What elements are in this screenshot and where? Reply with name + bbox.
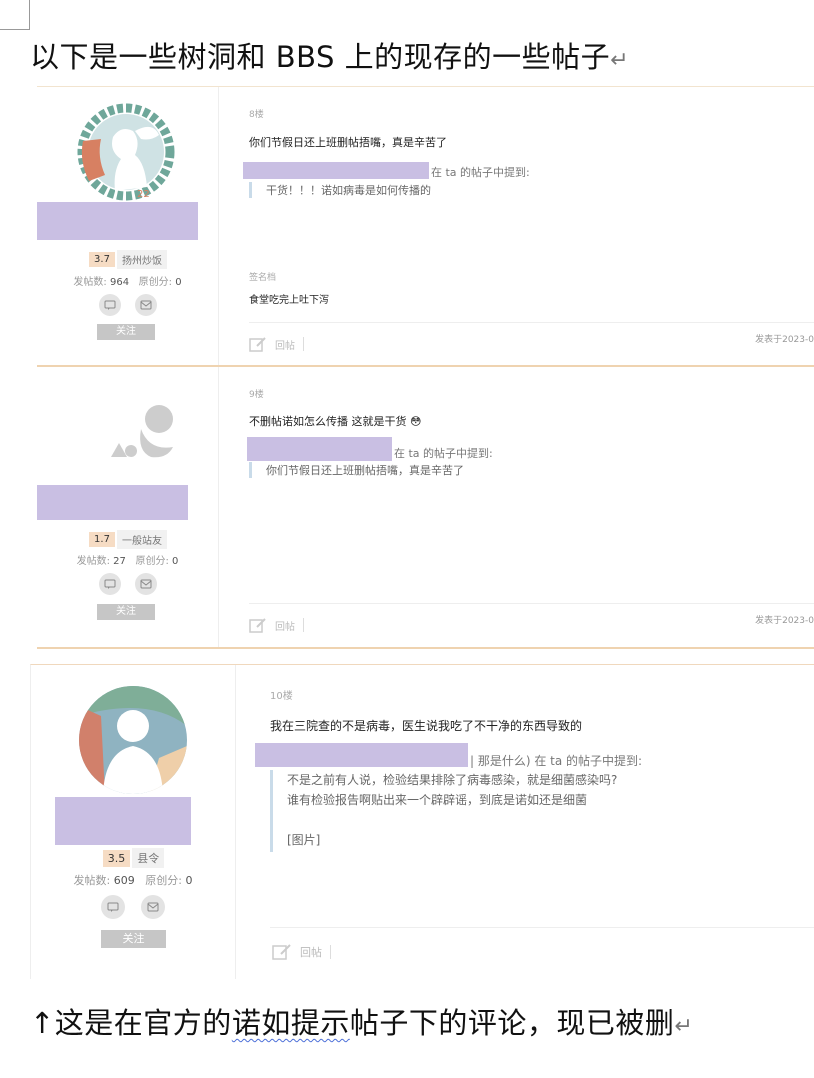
- user-actions: [37, 573, 218, 595]
- post-text: 我在三院查的不是病毒，医生说我吃了不干净的东西导致的: [270, 719, 583, 733]
- user-actions: [31, 895, 235, 919]
- quote-line: 不是之前有人说，检验结果排除了病毒感染，就是细菌感染吗?: [287, 773, 618, 787]
- user-avatar[interactable]: [97, 395, 187, 467]
- rank-title: 一般站友: [116, 530, 167, 549]
- edit-icon: [249, 618, 266, 633]
- follow-button[interactable]: 关注: [101, 930, 166, 948]
- quote-line: [287, 810, 617, 830]
- quote-mention: 在 ta 的帖子中提到:: [431, 166, 530, 179]
- reply-separator: [330, 945, 331, 959]
- post-divider: [270, 927, 814, 928]
- rank-title: 扬州炒饭: [116, 250, 167, 269]
- post-divider: [249, 603, 814, 604]
- document-heading: 以下是一些树洞和 BBS 上的现存的一些帖子↵: [30, 40, 630, 74]
- post-divider: [249, 322, 814, 323]
- reply-button[interactable]: 回帖: [249, 336, 304, 352]
- post-content: 10楼 我在三院查的不是病毒，医生说我吃了不干净的东西导致的 | 那是什么) 在…: [255, 665, 814, 979]
- quote-line: 你们节假日还上班删帖捂嘴，真是辛苦了: [266, 464, 464, 477]
- edit-icon: [272, 944, 291, 960]
- flushed-emoji-icon: 😳: [410, 415, 422, 428]
- follow-button[interactable]: 关注: [97, 324, 155, 340]
- quote-image-placeholder[interactable]: [图片]: [287, 830, 617, 850]
- quote-line: 干货！！！诺如病毒是如何传播的: [266, 184, 431, 197]
- message-icon[interactable]: [101, 895, 125, 919]
- post-date: 发表于2023-0: [755, 335, 814, 345]
- post-floor-9: 1.7 一般站友 发帖数: 27 原创分: 0 关注 9楼 不删帖诺如怎么传播 …: [37, 367, 814, 649]
- page-corner-mark: [0, 0, 30, 30]
- post-floor-10: 3.5 县令 发帖数: 609 原创分: 0 关注 10楼 我在三院查的不是病毒…: [30, 664, 814, 979]
- post-date: 发表于2023-0: [755, 616, 814, 626]
- floor-number: 8楼: [249, 110, 264, 120]
- quote-block: 不是之前有人说，检验结果排除了病毒感染，就是细菌感染吗? 谁有检验报告啊贴出来一…: [270, 770, 617, 852]
- paragraph-mark: ↵: [610, 48, 630, 73]
- floor-number: 10楼: [270, 691, 293, 702]
- reply-label: 回帖: [300, 946, 322, 959]
- mail-icon[interactable]: [134, 573, 157, 595]
- svg-text:22: 22: [137, 189, 150, 200]
- user-sidebar: 3.5 县令 发帖数: 609 原创分: 0 关注: [31, 665, 236, 979]
- quote-block: 你们节假日还上班删帖捂嘴，真是辛苦了: [249, 462, 464, 478]
- paragraph-mark: ↵: [674, 1014, 694, 1039]
- user-sidebar: 1.7 一般站友 发帖数: 27 原创分: 0 关注: [37, 367, 219, 647]
- rank-title: 县令: [132, 848, 165, 868]
- post-text: 你们节假日还上班删帖捂嘴，真是辛苦了: [249, 136, 447, 149]
- signature-label: 签名档: [249, 273, 277, 283]
- quote-mention: | 那是什么) 在 ta 的帖子中提到:: [470, 754, 643, 768]
- rank-level: 3.5: [102, 849, 131, 867]
- user-avatar[interactable]: 22: [75, 101, 177, 203]
- redacted-username: [55, 797, 191, 845]
- reply-button[interactable]: 回帖: [249, 617, 304, 633]
- user-avatar[interactable]: [79, 686, 187, 794]
- reply-label: 回帖: [275, 340, 295, 352]
- user-stats: 发帖数: 27 原创分: 0: [76, 556, 179, 567]
- redacted-quote-author: [243, 162, 429, 179]
- reply-label: 回帖: [275, 621, 295, 633]
- quote-mention: 在 ta 的帖子中提到:: [394, 447, 493, 460]
- reply-separator: [303, 337, 304, 351]
- follow-button[interactable]: 关注: [97, 604, 155, 620]
- spellcheck-underlined-text: 诺如提示: [231, 1006, 350, 1040]
- redacted-username: [37, 202, 198, 240]
- redacted-quote-author: [255, 743, 468, 767]
- reply-button[interactable]: 回帖: [272, 943, 331, 961]
- user-rank: 1.7 一般站友: [37, 530, 219, 549]
- user-rank: 3.5 县令: [31, 848, 236, 868]
- quote-line: 谁有检验报告啊贴出来一个辟辟谣，到底是诺如还是细菌: [287, 793, 588, 807]
- post-content: 8楼 你们节假日还上班删帖捂嘴，真是辛苦了 在 ta 的帖子中提到: 干货！！！…: [243, 87, 814, 365]
- post-text: 不删帖诺如怎么传播 这就是干货 😳: [249, 415, 422, 428]
- user-stats: 发帖数: 964 原创分: 0: [73, 277, 182, 288]
- edit-icon: [249, 337, 266, 352]
- post-floor-8: 22 3.7 扬州炒饭 发帖数: 964 原创分: 0 关注 8楼 你们节假日还…: [37, 86, 814, 367]
- message-icon[interactable]: [98, 294, 121, 316]
- redacted-username: [37, 485, 188, 520]
- reply-separator: [303, 618, 304, 632]
- floor-number: 9楼: [249, 390, 264, 400]
- rank-level: 1.7: [89, 532, 115, 547]
- redacted-quote-author: [247, 437, 392, 461]
- mail-icon[interactable]: [141, 895, 165, 919]
- post-content: 9楼 不删帖诺如怎么传播 这就是干货 😳 在 ta 的帖子中提到: 你们节假日还…: [247, 367, 814, 647]
- document-caption: ↑这是在官方的诺如提示帖子下的评论，现已被删↵: [30, 1006, 694, 1040]
- rank-level: 3.7: [89, 252, 115, 267]
- user-actions: [37, 294, 218, 316]
- signature-text: 食堂吃完上吐下泻: [249, 295, 329, 306]
- user-stats: 发帖数: 609 原创分: 0: [73, 874, 193, 887]
- user-sidebar: 22 3.7 扬州炒饭 发帖数: 964 原创分: 0 关注: [37, 87, 219, 365]
- user-rank: 3.7 扬州炒饭: [37, 250, 219, 269]
- message-icon[interactable]: [98, 573, 121, 595]
- mail-icon[interactable]: [134, 294, 157, 316]
- quote-block: 干货！！！诺如病毒是如何传播的: [249, 182, 431, 198]
